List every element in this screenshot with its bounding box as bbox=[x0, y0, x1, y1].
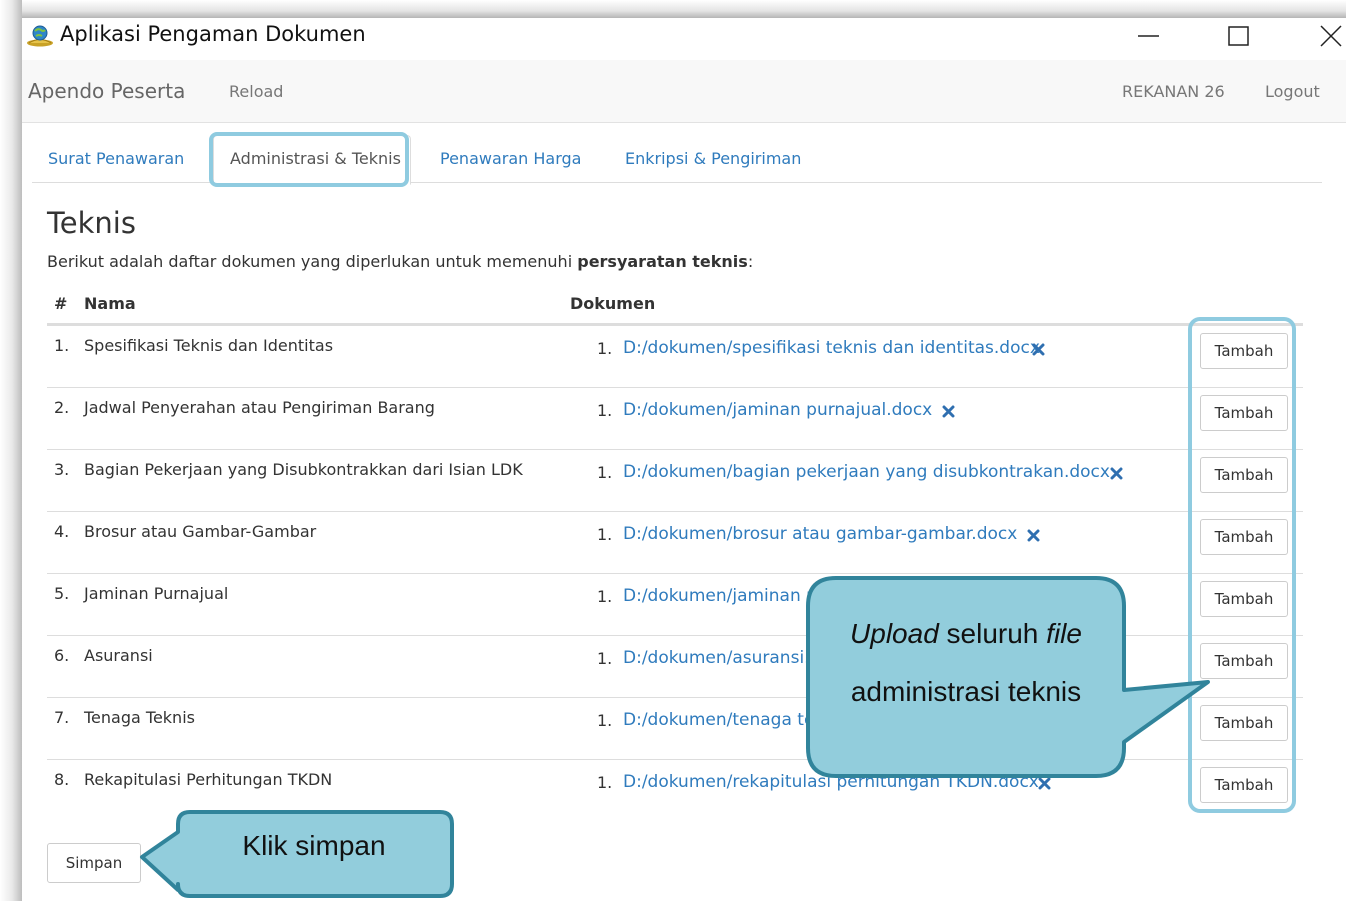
maximize-icon[interactable] bbox=[1216, 20, 1262, 52]
row-number: 2. bbox=[54, 398, 70, 417]
window-shadow-top bbox=[0, 0, 1346, 18]
row-name: Rekapitulasi Perhitungan TKDN bbox=[84, 770, 333, 789]
row-name: Tenaga Teknis bbox=[84, 708, 195, 727]
top-navbar: Apendo Peserta Reload REKANAN 26 Logout bbox=[22, 60, 1346, 123]
doc-number: 1. bbox=[597, 649, 613, 668]
minimize-icon[interactable] bbox=[1126, 20, 1172, 52]
tab-penawaran-harga[interactable]: Penawaran Harga bbox=[440, 149, 581, 168]
document-link[interactable]: D:/dokumen/asuransi.c bbox=[623, 648, 819, 668]
document-link[interactable]: D:/dokumen/rekapitulasi perhitungan TKDN… bbox=[623, 772, 1039, 792]
window-title: Aplikasi Pengaman Dokumen bbox=[60, 22, 366, 46]
document-link[interactable]: D:/dokumen/brosur atau gambar-gambar.doc… bbox=[623, 524, 1017, 544]
document-link[interactable]: D:/dokumen/jaminan p bbox=[623, 586, 817, 606]
remove-icon[interactable] bbox=[1032, 343, 1045, 356]
title-bar: Aplikasi Pengaman Dokumen bbox=[22, 18, 1346, 60]
file-word: file bbox=[1046, 618, 1082, 649]
upload-word: Upload bbox=[850, 618, 939, 649]
save-button[interactable]: Simpan bbox=[47, 843, 141, 883]
section-description: Berikut adalah daftar dokumen yang diper… bbox=[47, 252, 753, 271]
remove-icon[interactable] bbox=[942, 405, 955, 418]
upload-callout-line-2: administrasi teknis bbox=[850, 676, 1082, 707]
close-icon[interactable] bbox=[1308, 20, 1346, 52]
row-name: Jaminan Purnajual bbox=[84, 584, 229, 603]
tab-surat-penawaran[interactable]: Surat Penawaran bbox=[48, 149, 184, 168]
upload-middle-text: seluruh bbox=[938, 618, 1047, 649]
table-row: 4. Brosur atau Gambar-Gambar 1. D:/dokum… bbox=[47, 511, 1303, 574]
remove-icon[interactable] bbox=[1110, 467, 1123, 480]
section-title: Teknis bbox=[47, 206, 136, 240]
navbar-brand[interactable]: Apendo Peserta bbox=[28, 79, 185, 103]
doc-number: 1. bbox=[597, 773, 613, 792]
row-number: 4. bbox=[54, 522, 70, 541]
document-link[interactable]: D:/dokumen/jaminan purnajual.docx bbox=[623, 400, 932, 420]
doc-number: 1. bbox=[597, 525, 613, 544]
row-number: 8. bbox=[54, 770, 70, 789]
table-row: 1. Spesifikasi Teknis dan Identitas 1. D… bbox=[47, 325, 1303, 388]
row-number: 6. bbox=[54, 646, 70, 665]
window-shadow-left bbox=[0, 0, 22, 901]
remove-icon[interactable] bbox=[1027, 529, 1040, 542]
row-name: Spesifikasi Teknis dan Identitas bbox=[84, 336, 334, 355]
row-name: Asuransi bbox=[84, 646, 153, 665]
table-row: 3. Bagian Pekerjaan yang Disubkontrakkan… bbox=[47, 449, 1303, 512]
row-number: 3. bbox=[54, 460, 70, 479]
save-callout-text: Klik simpan bbox=[242, 830, 386, 861]
tab-highlight-annotation bbox=[209, 132, 409, 187]
row-number: 7. bbox=[54, 708, 70, 727]
header-nama: Nama bbox=[84, 294, 136, 313]
user-name[interactable]: REKANAN 26 bbox=[1122, 82, 1225, 101]
doc-number: 1. bbox=[597, 711, 613, 730]
table-row: 2. Jadwal Penyerahan atau Pengiriman Bar… bbox=[47, 387, 1303, 450]
doc-number: 1. bbox=[597, 587, 613, 606]
tambah-column-highlight-annotation bbox=[1188, 317, 1296, 813]
row-number: 1. bbox=[54, 336, 70, 355]
header-dokumen: Dokumen bbox=[570, 294, 656, 313]
description-text: Berikut adalah daftar dokumen yang diper… bbox=[47, 252, 578, 271]
doc-number: 1. bbox=[597, 401, 613, 420]
upload-callout-line-1: Upload seluruh file bbox=[808, 618, 1124, 650]
description-bold: persyaratan teknis bbox=[577, 252, 748, 271]
app-logo-icon bbox=[27, 25, 53, 47]
doc-number: 1. bbox=[597, 463, 613, 482]
description-suffix: : bbox=[747, 252, 754, 271]
row-name: Bagian Pekerjaan yang Disubkontrakkan da… bbox=[84, 460, 523, 479]
row-number: 5. bbox=[54, 584, 70, 603]
header-num: # bbox=[54, 294, 68, 313]
doc-number: 1. bbox=[597, 339, 613, 358]
row-name: Jadwal Penyerahan atau Pengiriman Barang bbox=[84, 398, 435, 417]
remove-icon[interactable] bbox=[1038, 777, 1051, 790]
tab-enkripsi-pengiriman[interactable]: Enkripsi & Pengiriman bbox=[625, 149, 801, 168]
document-link[interactable]: D:/dokumen/bagian pekerjaan yang disubko… bbox=[623, 462, 1110, 482]
document-link[interactable]: D:/dokumen/spesifikasi teknis dan identi… bbox=[623, 338, 1040, 358]
reload-link[interactable]: Reload bbox=[229, 82, 283, 101]
row-name: Brosur atau Gambar-Gambar bbox=[84, 522, 317, 541]
document-link[interactable]: D:/dokumen/tenaga te bbox=[623, 710, 814, 730]
logout-link[interactable]: Logout bbox=[1265, 82, 1320, 101]
table-row: 8. Rekapitulasi Perhitungan TKDN 1. D:/d… bbox=[47, 759, 1303, 822]
